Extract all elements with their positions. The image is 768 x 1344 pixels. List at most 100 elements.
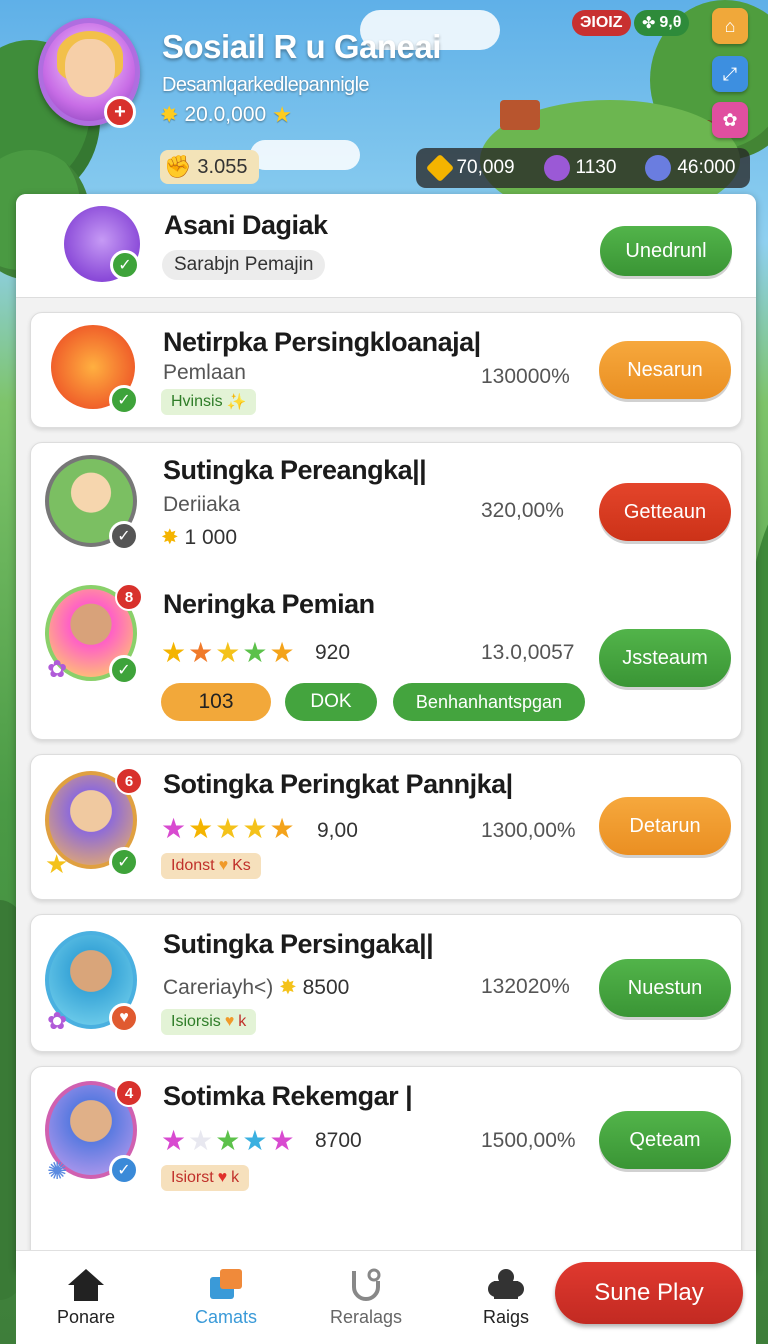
- page-title: Sosiail R u Ganeai: [162, 28, 441, 65]
- magnet-icon: [346, 1267, 386, 1303]
- rank-badge: 8: [115, 583, 143, 611]
- player-action-button[interactable]: Getteaun: [599, 483, 731, 541]
- nav-item-cards[interactable]: Camats: [156, 1267, 296, 1328]
- player-name: Netirpka Persingkloanaja|: [163, 327, 481, 357]
- expand-icon[interactable]: ⤢: [712, 56, 748, 92]
- player-score: 8700: [315, 1129, 362, 1152]
- player-tag: Isiorst ♥ k: [161, 1165, 250, 1191]
- player-action-button[interactable]: Nesarun: [599, 341, 731, 399]
- player-percent: 130000%: [481, 365, 570, 388]
- star-icon: ★: [188, 1125, 214, 1156]
- player-role: Pemlaan: [163, 361, 246, 384]
- gold-gem-icon: [426, 153, 455, 183]
- cards-icon: [206, 1267, 246, 1303]
- gear-icon: ✺: [47, 1158, 68, 1185]
- coin-value: 20.0,000: [184, 103, 267, 126]
- puzzle-icon: [486, 1267, 526, 1303]
- player-list-panel: ✓ Asani Dagiak Sarabjn Pemajin Unedrunl …: [16, 194, 756, 1274]
- player-card: 6 ✓ ★ Sotingka Peringkat Pannjka| ★ ★ ★ …: [30, 754, 742, 900]
- player-name: Sotimka Rekemgar |: [163, 1081, 413, 1111]
- star-icon: ★: [161, 1125, 187, 1156]
- heart-icon: ♥: [218, 857, 229, 874]
- player-percent: 320,00%: [481, 499, 564, 522]
- gold-chip: ✊ 3.055: [160, 150, 260, 184]
- flower-icon: ✿: [47, 656, 68, 683]
- resource-orb: 1130: [543, 155, 616, 181]
- star-rating: ★ ★ ★ ★ ★: [161, 815, 295, 843]
- fist-icon: ✊: [164, 154, 192, 179]
- player-role: Deriiaka: [163, 493, 241, 516]
- star-icon: ★: [269, 813, 295, 844]
- resource-gold: 70,009: [426, 153, 515, 183]
- player-role: Careriayh<) ✸ 8500: [163, 976, 350, 999]
- player-tag: Hvinsis ✨: [161, 389, 257, 415]
- page-subtitle: Desamlqarkedlepannigle: [162, 74, 370, 96]
- house-icon[interactable]: ⌂: [712, 8, 748, 44]
- player-action-button[interactable]: Qeteam: [599, 1111, 731, 1169]
- player-name: Sutingka Pereangka||: [163, 455, 427, 485]
- player-tag: Idonst ♥ Ks: [161, 853, 261, 879]
- flower-icon: ✿: [47, 1008, 68, 1035]
- player-percent: 13.0,0057: [481, 641, 575, 664]
- star-icon: ★: [45, 849, 69, 879]
- home-icon: [66, 1267, 106, 1303]
- star-icon: ★: [269, 1125, 295, 1156]
- check-icon: ✓: [109, 385, 139, 415]
- coin-balance: ✸ 20.0,000 ★: [160, 102, 292, 128]
- star-icon: ★: [188, 637, 214, 668]
- purple-orb-icon: [543, 155, 570, 181]
- top-pill-left[interactable]: ЭIOIZ: [572, 10, 631, 36]
- sparkle-icon: ✸: [161, 526, 179, 549]
- pill-green[interactable]: DOK: [285, 683, 377, 721]
- player-card: ✓ Netirpka Persingkloanaja| Pemlaan 1300…: [30, 312, 742, 428]
- check-icon: ✓: [109, 521, 139, 551]
- sparkle-icon: ✸: [279, 976, 297, 999]
- star-icon: ★: [215, 1125, 241, 1156]
- play-button[interactable]: Sune Play: [555, 1262, 743, 1324]
- star-rating: ★ ★ ★ ★ ★: [161, 639, 295, 667]
- check-icon: ✓: [109, 1155, 139, 1185]
- pill-green-wide[interactable]: Benhanhantspgan: [393, 683, 585, 721]
- add-icon[interactable]: +: [104, 96, 136, 128]
- pill-orange[interactable]: 103: [161, 683, 271, 721]
- star-icon: ★: [242, 1125, 268, 1156]
- player-percent: 1500,00%: [481, 1129, 576, 1152]
- star-icon: ★: [188, 813, 214, 844]
- player-action-button[interactable]: Jssteaum: [599, 629, 731, 687]
- check-icon: ✓: [109, 655, 139, 685]
- star-icon: ★: [272, 102, 292, 127]
- check-icon: ✓: [109, 847, 139, 877]
- avatar-face: [65, 39, 115, 97]
- star-icon: ★: [215, 813, 241, 844]
- player-percent: 1300,00%: [481, 819, 576, 842]
- leaf-icon: ✤: [642, 15, 656, 32]
- resource-bar: 70,009 1130 46:000: [416, 148, 750, 188]
- player-coins: ✸ 1 000: [161, 526, 238, 549]
- star-icon: ★: [269, 637, 295, 668]
- top-player-row: ✓ Asani Dagiak Sarabjn Pemajin Unedrunl: [16, 194, 756, 298]
- player-score: 920: [315, 641, 351, 664]
- star-icon: ★: [242, 637, 268, 668]
- star-icon: ★: [161, 637, 187, 668]
- player-name: Sutingka Persingaka||: [163, 929, 434, 959]
- player-action-button[interactable]: Detarun: [599, 797, 731, 855]
- check-icon: ✓: [110, 250, 140, 280]
- player-percent: 132020%: [481, 975, 570, 998]
- player-card-group: ✓ Sutingka Pereangka|| Deriiaka ✸ 1 000 …: [30, 442, 742, 740]
- star-icon: ★: [242, 813, 268, 844]
- player-card: ♥ ✿ Sutingka Persingaka|| Careriayh<) ✸ …: [30, 914, 742, 1052]
- gift-icon[interactable]: ✿: [712, 102, 748, 138]
- top-pill-right[interactable]: ✤ 9,θ: [634, 10, 690, 36]
- top-player-chip: Sarabjn Pemajin: [162, 250, 326, 280]
- star-rating: ★ ★ ★ ★ ★: [161, 1127, 295, 1155]
- heart-icon: ♥: [224, 1013, 235, 1030]
- nav-item-magnet[interactable]: Reralags: [296, 1267, 436, 1328]
- player-action-button[interactable]: Nuestun: [599, 959, 731, 1017]
- sparkle-icon: ✨: [226, 394, 247, 411]
- nav-item-home[interactable]: Ponare: [16, 1267, 156, 1328]
- player-card: 4 ✓ ✺ Sotimka Rekemgar | ★ ★ ★ ★ ★ 8700 …: [30, 1066, 742, 1274]
- player-name: Sotingka Peringkat Pannjka|: [163, 769, 513, 799]
- top-player-button[interactable]: Unedrunl: [600, 226, 732, 276]
- sparkle-icon: ✸: [160, 102, 179, 127]
- player-name: Neringka Pemian: [163, 589, 375, 619]
